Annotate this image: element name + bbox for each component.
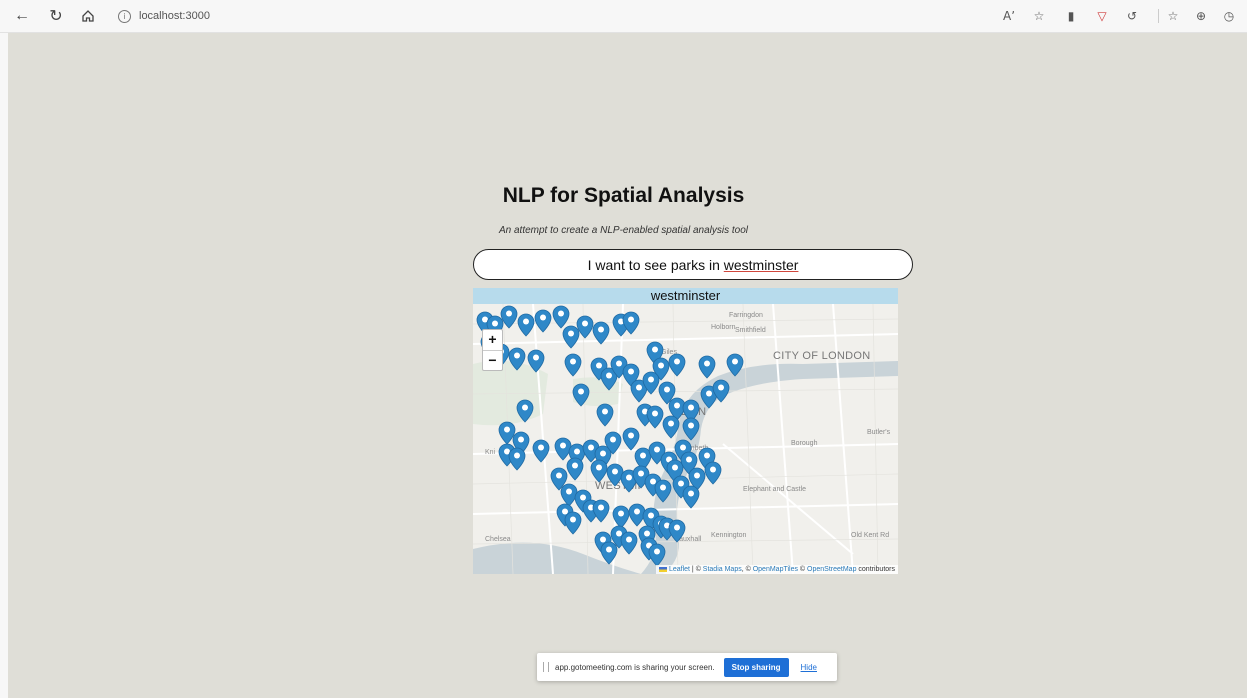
ukraine-flag-icon: [658, 566, 667, 572]
park-marker-icon[interactable]: [726, 353, 744, 377]
attribution-tail: contributors: [856, 566, 895, 573]
park-marker-icon[interactable]: [622, 427, 640, 451]
attribution-sep: ©: [797, 566, 808, 573]
stadia-link[interactable]: Stadia Maps: [703, 566, 742, 573]
favorites-icon[interactable]: ☆: [1164, 7, 1182, 25]
query-spellcheck-word: westminster: [723, 256, 799, 273]
park-marker-icon[interactable]: [516, 399, 534, 423]
add-favorite-icon[interactable]: ☆: [1030, 7, 1048, 25]
park-marker-icon[interactable]: [572, 383, 590, 407]
attribution-sep: , ©: [741, 566, 753, 573]
leaflet-link[interactable]: Leaflet: [669, 566, 690, 573]
park-markers: [476, 305, 744, 567]
zoom-out-button[interactable]: −: [483, 351, 502, 371]
openstreetmap-link[interactable]: OpenStreetMap: [807, 566, 856, 573]
park-marker-icon[interactable]: [668, 353, 686, 377]
zoom-in-button[interactable]: +: [483, 330, 502, 351]
refresh-icon[interactable]: ↻: [46, 6, 66, 26]
query-text: I want to see parks in: [587, 256, 724, 273]
zoom-control: + −: [482, 329, 503, 371]
drag-handle-icon[interactable]: [543, 662, 549, 672]
map-header: westminster: [473, 288, 898, 304]
refresh-extension-icon[interactable]: ↺: [1123, 7, 1141, 25]
park-marker-icon[interactable]: [698, 355, 716, 379]
browser-toolbar: ← ↻ i localhost:3000 Aʼ ☆ ▮ ▽ ↺ ☆ ⊕ ◷: [0, 0, 1247, 33]
info-icon[interactable]: i: [118, 9, 131, 23]
park-marker-icon[interactable]: [682, 485, 700, 509]
hide-link[interactable]: Hide: [801, 663, 817, 672]
park-marker-icon[interactable]: [620, 531, 638, 555]
park-marker-icon[interactable]: [564, 353, 582, 377]
park-marker-icon[interactable]: [612, 505, 630, 529]
url-text[interactable]: localhost:3000: [139, 10, 210, 22]
park-marker-icon[interactable]: [500, 305, 518, 329]
park-marker-icon[interactable]: [532, 439, 550, 463]
back-arrow-icon[interactable]: ←: [12, 6, 32, 26]
park-marker-icon[interactable]: [590, 459, 608, 483]
park-marker-icon[interactable]: [654, 479, 672, 503]
park-marker-icon[interactable]: [606, 463, 624, 487]
address-bar[interactable]: i localhost:3000: [118, 8, 378, 24]
map-attribution: Leaflet | © Stadia Maps, © OpenMapTiles …: [655, 565, 898, 574]
park-marker-icon[interactable]: [517, 313, 535, 337]
shield-extension-icon[interactable]: ▽: [1093, 7, 1111, 25]
park-marker-icon[interactable]: [646, 405, 664, 429]
park-marker-icon[interactable]: [534, 309, 552, 333]
park-marker-icon[interactable]: [648, 543, 666, 567]
park-marker-icon[interactable]: [628, 503, 646, 527]
park-marker-icon[interactable]: [554, 437, 572, 461]
screen-share-bar: app.gotomeeting.com is sharing your scre…: [537, 653, 837, 681]
park-marker-icon[interactable]: [592, 321, 610, 345]
openmaptiles-link[interactable]: OpenMapTiles: [753, 566, 798, 573]
park-marker-icon[interactable]: [566, 457, 584, 481]
park-marker-icon[interactable]: [527, 349, 545, 373]
home-icon[interactable]: [78, 6, 98, 26]
map-canvas[interactable]: Farringdon Holborn Smithfield CITY OF LO…: [473, 304, 898, 574]
extension-icon[interactable]: ▮: [1062, 7, 1080, 25]
read-aloud-icon[interactable]: Aʼ: [1000, 7, 1018, 25]
park-marker-icon[interactable]: [592, 499, 610, 523]
park-marker-icon[interactable]: [668, 519, 686, 543]
page-title: NLP for Spatial Analysis: [502, 184, 745, 207]
park-marker-icon[interactable]: [704, 461, 722, 485]
park-marker-icon[interactable]: [662, 415, 680, 439]
park-marker-icon[interactable]: [552, 305, 570, 329]
park-marker-icon[interactable]: [564, 511, 582, 535]
page-subtitle: An attempt to create a NLP-enabled spati…: [498, 225, 749, 236]
page-edge: [0, 33, 8, 698]
share-message: app.gotomeeting.com is sharing your scre…: [555, 662, 715, 672]
toolbar-divider: [1158, 9, 1159, 23]
history-icon[interactable]: ◷: [1220, 7, 1238, 25]
park-marker-icon[interactable]: [508, 447, 526, 471]
park-marker-icon[interactable]: [596, 403, 614, 427]
collections-icon[interactable]: ⊕: [1192, 7, 1210, 25]
attribution-sep: | ©: [689, 566, 703, 573]
park-marker-icon[interactable]: [560, 483, 578, 507]
query-input[interactable]: I want to see parks in westminster: [473, 249, 913, 280]
park-marker-icon[interactable]: [600, 541, 618, 565]
park-marker-icon[interactable]: [682, 417, 700, 441]
park-marker-icon[interactable]: [498, 421, 516, 445]
stop-sharing-button[interactable]: Stop sharing: [723, 657, 789, 677]
park-marker-icon[interactable]: [508, 347, 526, 371]
park-marker-icon[interactable]: [576, 315, 594, 339]
park-marker-icon[interactable]: [562, 325, 580, 349]
map-panel: westminster Farringdon Holborn Smithfiel…: [473, 288, 898, 574]
